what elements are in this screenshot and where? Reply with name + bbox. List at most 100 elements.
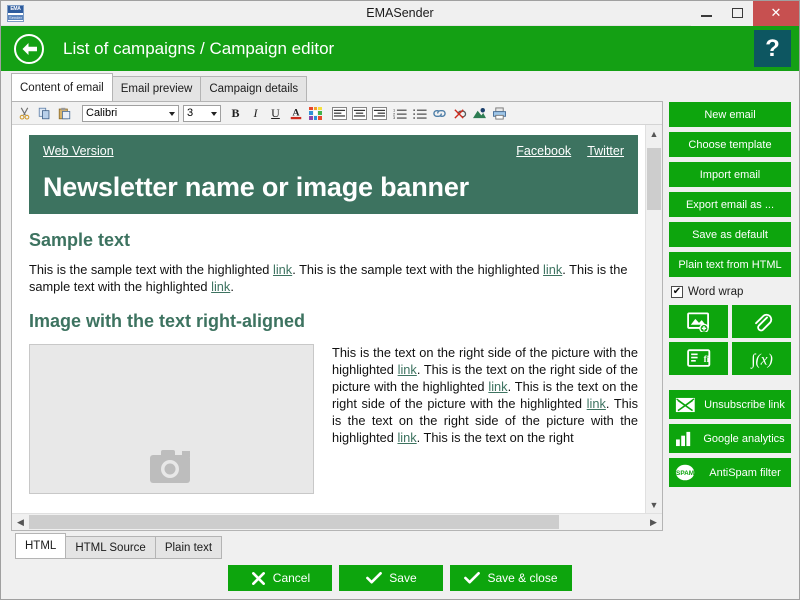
function-button[interactable]: ∫(x) xyxy=(732,342,791,375)
scroll-right-icon[interactable]: ▶ xyxy=(645,514,662,530)
unsubscribe-link-button[interactable]: Unsubscribe link xyxy=(669,390,791,419)
choose-template-button[interactable]: Choose template xyxy=(669,132,791,157)
word-wrap-checkbox[interactable]: ✔ xyxy=(671,286,683,298)
unsubscribe-link-label: Unsubscribe link xyxy=(702,399,791,411)
sample-text-paragraph: This is the sample text with the highlig… xyxy=(29,261,638,295)
underline-button[interactable]: U xyxy=(266,104,285,123)
google-analytics-label: Google analytics xyxy=(701,433,791,445)
facebook-link[interactable]: Facebook xyxy=(516,144,571,158)
font-family-value: Calibri xyxy=(86,107,117,119)
inline-link[interactable]: link xyxy=(488,379,507,394)
unsubscribe-envelope-icon xyxy=(675,397,696,413)
horizontal-scrollbar[interactable]: ◀ ▶ xyxy=(12,513,662,530)
attachment-button[interactable] xyxy=(732,305,791,338)
cancel-button[interactable]: Cancel xyxy=(228,565,332,591)
ordered-list-icon[interactable]: 123 xyxy=(390,104,409,123)
subtab-plain-text[interactable]: Plain text xyxy=(155,536,222,559)
align-center-icon[interactable] xyxy=(350,104,369,123)
unordered-list-icon[interactable] xyxy=(410,104,429,123)
scroll-left-icon[interactable]: ◀ xyxy=(12,514,29,530)
chevron-down-icon xyxy=(211,112,217,116)
bold-button[interactable]: B xyxy=(226,104,245,123)
inline-link[interactable]: link xyxy=(543,262,562,277)
panel-spacer xyxy=(669,380,791,385)
horizontal-scroll-thumb[interactable] xyxy=(29,515,559,529)
minimize-button[interactable] xyxy=(691,1,722,26)
close-button[interactable]: ✕ xyxy=(753,1,799,26)
tab-campaign-details[interactable]: Campaign details xyxy=(200,76,307,101)
inline-link[interactable]: link xyxy=(587,396,606,411)
copy-icon[interactable] xyxy=(35,104,54,123)
vertical-scrollbar[interactable]: ▲ ▼ xyxy=(645,125,662,513)
vertical-scroll-thumb[interactable] xyxy=(647,148,661,210)
insert-image-button[interactable] xyxy=(669,305,728,338)
paste-icon[interactable] xyxy=(55,104,74,123)
cut-icon[interactable] xyxy=(15,104,34,123)
business-card-icon: fi xyxy=(687,348,711,369)
inline-link[interactable]: link xyxy=(397,430,416,445)
export-email-as-button[interactable]: Export email as ... xyxy=(669,192,791,217)
import-email-button[interactable]: Import email xyxy=(669,162,791,187)
google-analytics-button[interactable]: Google analytics xyxy=(669,424,791,453)
help-button[interactable]: ? xyxy=(754,30,791,67)
action-bar: Cancel Save Save & close xyxy=(11,565,789,591)
minimize-icon xyxy=(701,15,712,17)
subtab-html[interactable]: HTML xyxy=(15,533,66,559)
align-left-icon[interactable] xyxy=(330,104,349,123)
main-tabs: Content of email Email preview Campaign … xyxy=(1,71,799,101)
vertical-scroll-track[interactable] xyxy=(646,142,662,496)
save-button[interactable]: Save xyxy=(339,565,443,591)
word-wrap-row[interactable]: ✔ Word wrap xyxy=(671,283,791,300)
inline-link[interactable]: link xyxy=(211,279,230,294)
check-icon xyxy=(464,571,480,585)
new-email-button[interactable]: New email xyxy=(669,102,791,127)
main-body: Calibri 3 B I U A xyxy=(1,101,799,531)
svg-text:fi: fi xyxy=(703,354,709,364)
scroll-up-icon[interactable]: ▲ xyxy=(646,125,662,142)
paragraph-text: . This is the sample text with the highl… xyxy=(292,262,543,277)
paragraph-text: This is the sample text with the highlig… xyxy=(29,262,273,277)
font-family-select[interactable]: Calibri xyxy=(82,105,179,122)
plain-text-from-html-button[interactable]: Plain text from HTML xyxy=(669,252,791,277)
icon-button-grid: fi ∫(x) xyxy=(669,305,791,375)
page-header: List of campaigns / Campaign editor ? xyxy=(1,26,799,71)
inline-link[interactable]: link xyxy=(398,362,417,377)
save-and-close-button[interactable]: Save & close xyxy=(450,565,571,591)
link-icon[interactable] xyxy=(430,104,449,123)
section-heading-sample-text: Sample text xyxy=(29,230,638,251)
color-palette-icon[interactable] xyxy=(306,104,325,123)
twitter-link[interactable]: Twitter xyxy=(587,144,624,158)
font-size-select[interactable]: 3 xyxy=(183,105,221,122)
image-icon[interactable] xyxy=(470,104,489,123)
print-icon[interactable] xyxy=(490,104,509,123)
cross-icon xyxy=(251,571,266,586)
subtab-html-source[interactable]: HTML Source xyxy=(65,536,156,559)
scroll-down-icon[interactable]: ▼ xyxy=(646,496,662,513)
tab-email-preview[interactable]: Email preview xyxy=(112,76,202,101)
italic-button[interactable]: I xyxy=(246,104,265,123)
unlink-icon[interactable] xyxy=(450,104,469,123)
maximize-button[interactable] xyxy=(722,1,753,26)
save-as-default-button[interactable]: Save as default xyxy=(669,222,791,247)
check-icon xyxy=(366,571,382,585)
inline-link[interactable]: link xyxy=(273,262,292,277)
tab-content-of-email[interactable]: Content of email xyxy=(11,73,113,101)
banner-title: Newsletter name or image banner xyxy=(43,172,624,203)
horizontal-scroll-track[interactable] xyxy=(29,514,645,530)
web-version-link[interactable]: Web Version xyxy=(43,144,114,158)
app-icon: EMA Sender xyxy=(7,5,24,22)
image-text-row: This is the text on the right side of th… xyxy=(29,344,638,494)
rich-text-toolbar: Calibri 3 B I U A xyxy=(12,102,662,125)
application-window: EMA Sender EMASender ✕ List of campaigns… xyxy=(0,0,800,600)
editor-panel: Calibri 3 B I U A xyxy=(11,101,663,531)
back-button[interactable] xyxy=(14,34,44,64)
antispam-filter-label: AntiSpam filter xyxy=(703,467,791,479)
align-right-icon[interactable] xyxy=(370,104,389,123)
cancel-label: Cancel xyxy=(273,571,310,585)
antispam-filter-button[interactable]: SPAM AntiSpam filter xyxy=(669,458,791,487)
editor-canvas[interactable]: Web Version Facebook Twitter Newsletter … xyxy=(12,125,645,513)
image-placeholder[interactable] xyxy=(29,344,314,494)
font-color-button[interactable]: A xyxy=(286,104,305,123)
save-label: Save xyxy=(389,571,416,585)
merge-field-button[interactable]: fi xyxy=(669,342,728,375)
